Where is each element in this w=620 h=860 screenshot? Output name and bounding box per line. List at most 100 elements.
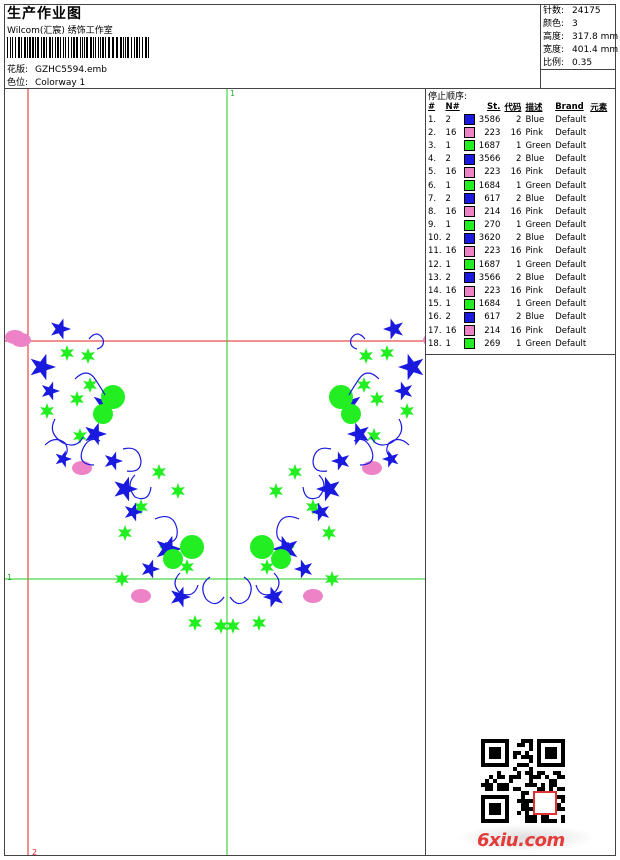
- thread-code: 16: [510, 246, 522, 257]
- barcode-bar: [37, 37, 39, 58]
- qr-module: [549, 783, 553, 787]
- qr-module: [529, 783, 533, 787]
- green-bud-stitch: [341, 404, 361, 424]
- barcode-bar: [131, 37, 132, 58]
- element-cell: [588, 337, 609, 350]
- pink-petal-stitch: [72, 461, 92, 475]
- qr-module: [533, 775, 537, 779]
- element-cell: [588, 166, 609, 179]
- barcode-bar: [120, 37, 122, 58]
- barcode-bar: [12, 37, 13, 58]
- thread-brand: Default: [555, 220, 587, 231]
- thread-code: 2: [516, 154, 522, 165]
- blue-swirl-outline: [174, 572, 199, 596]
- column-header: 代码: [504, 103, 522, 113]
- motif-left: [5, 318, 240, 634]
- blue-leaf-stitch: [294, 559, 313, 579]
- column-header: Brand: [555, 102, 584, 112]
- qr-module: [525, 783, 529, 787]
- blue-swirl-outline: [312, 447, 332, 472]
- green-star-stitch: [380, 345, 394, 361]
- thread-code: 2: [516, 193, 522, 204]
- green-bud-stitch: [271, 549, 291, 569]
- needle-number: 16: [445, 167, 457, 178]
- stop-index: 5.: [428, 167, 437, 178]
- blue-leaf-stitch: [382, 450, 399, 468]
- qr-module: [501, 787, 505, 791]
- stitch-count: 3566: [478, 154, 501, 165]
- thread-brand: Default: [555, 312, 587, 323]
- qr-module: [561, 787, 565, 791]
- qr-module: [529, 779, 533, 783]
- barcode-bar: [82, 37, 83, 58]
- stats-divider: [540, 4, 541, 89]
- element-cell: [588, 126, 609, 139]
- stitch-count: 1687: [478, 259, 501, 270]
- qr-module: [485, 787, 489, 791]
- element-cell: [588, 139, 609, 152]
- stat-value: 317.8 mm: [572, 32, 619, 42]
- column-header: 描述: [525, 103, 543, 113]
- qr-module: [553, 771, 557, 775]
- blue-swirl-outline: [202, 576, 225, 605]
- qr-module: [541, 787, 545, 791]
- blue-leaf-stitch: [331, 451, 350, 471]
- element-cell: [588, 311, 609, 324]
- thread-description: Pink: [525, 325, 544, 336]
- qr-module: [497, 787, 501, 791]
- color-swatch: [463, 272, 475, 284]
- qr-module: [521, 799, 525, 803]
- thread-description: Green: [525, 220, 552, 231]
- needle-number: 16: [445, 325, 457, 336]
- qr-module: [545, 819, 549, 823]
- barcode-bar: [35, 37, 36, 58]
- green-star-stitch: [252, 615, 266, 631]
- qr-module: [521, 807, 525, 811]
- stop-index: 8.: [428, 206, 437, 217]
- qr-module: [561, 819, 565, 823]
- qr-module: [525, 811, 529, 815]
- qr-module: [501, 775, 505, 779]
- element-cell: [588, 113, 609, 126]
- thread-code: 2: [516, 312, 522, 323]
- qr-module: [545, 775, 549, 779]
- stat-row: 高度: 317.8 mm: [543, 31, 618, 44]
- qr-module: [485, 779, 489, 783]
- blue-leaf-stitch: [30, 353, 56, 381]
- qr-module: [553, 783, 557, 787]
- needle-number: 1: [445, 299, 451, 310]
- color-swatch: [463, 298, 475, 310]
- table-row: 1. 2 3586 2 Blue Default: [426, 113, 609, 126]
- qr-module: [513, 767, 517, 771]
- blue-swirl-outline: [154, 516, 178, 544]
- qr-module: [481, 783, 485, 787]
- column-header: 元素: [590, 103, 608, 113]
- qr-module: [525, 815, 529, 819]
- stat-label: 针数:: [543, 6, 565, 16]
- green-star-stitch: [322, 525, 336, 541]
- blue-leaf-stitch: [41, 381, 60, 401]
- stat-value: 24175: [572, 6, 601, 16]
- green-star-stitch: [118, 525, 132, 541]
- studio-name: Wilcom(汇宸) 绣饰工作室: [7, 26, 113, 36]
- needle-number: 2: [445, 193, 451, 204]
- blue-leaf-stitch: [398, 353, 424, 381]
- barcode-bar: [32, 37, 34, 58]
- qr-code: [481, 739, 565, 823]
- qr-module: [549, 819, 553, 823]
- blue-swirl-outline: [51, 418, 84, 446]
- pink-petal-stitch: [5, 330, 25, 344]
- thread-description: Pink: [525, 246, 544, 257]
- stop-index: 18.: [428, 338, 442, 349]
- stitch-count: 3620: [478, 233, 501, 244]
- table-row: 15. 1 1684 1 Green Default: [426, 298, 609, 311]
- color-swatch: [463, 166, 475, 178]
- barcode-bar: [80, 37, 81, 58]
- green-star-stitch: [152, 464, 166, 480]
- thread-code: 16: [510, 325, 522, 336]
- color-swatch: [463, 325, 475, 337]
- stat-label: 比例:: [543, 58, 565, 68]
- thread-code: 1: [516, 140, 522, 151]
- green-bud-stitch: [163, 549, 183, 569]
- green-star-stitch: [288, 464, 302, 480]
